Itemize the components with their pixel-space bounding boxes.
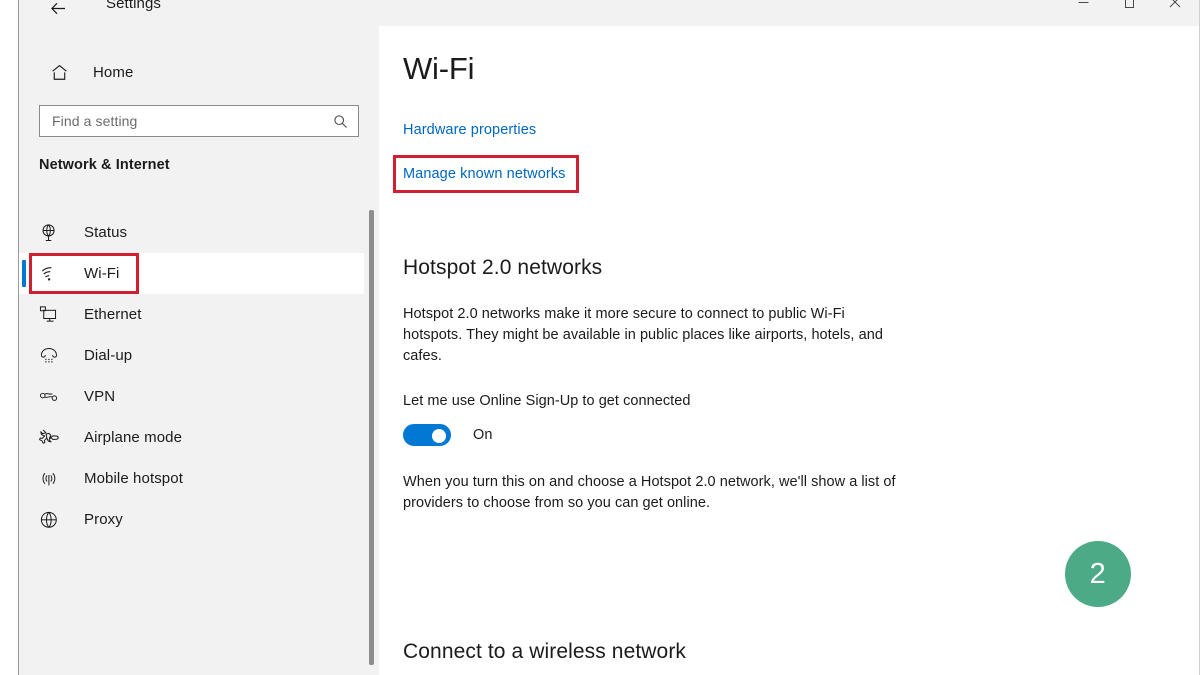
search-box[interactable] (39, 105, 359, 137)
sidebar-item-ethernet[interactable]: Ethernet (19, 294, 371, 335)
sidebar-item-dialup-label: Dial-up (84, 347, 133, 364)
hardware-properties-link[interactable]: Hardware properties (403, 122, 536, 138)
titlebar: Settings (19, 0, 1199, 26)
window-title: Settings (106, 0, 161, 12)
manage-known-networks-link[interactable]: Manage known networks (403, 166, 566, 182)
search-icon (328, 114, 358, 129)
window-controls (1060, 0, 1198, 17)
maximize-button[interactable] (1106, 0, 1152, 17)
mobile-hotspot-icon (39, 469, 75, 489)
sidebar-item-home-label: Home (93, 63, 134, 81)
sidebar-item-status-label: Status (84, 224, 128, 241)
airplane-icon (39, 428, 75, 448)
sidebar-item-airplane-mode-label: Airplane mode (84, 429, 183, 446)
dialup-icon (39, 346, 75, 365)
sidebar-item-home[interactable]: Home (39, 52, 339, 92)
wifi-icon (39, 264, 75, 283)
hotspot-section-heading: Hotspot 2.0 networks (403, 256, 603, 279)
online-signup-toggle-label: Let me use Online Sign-Up to get connect… (403, 393, 691, 409)
sidebar-nav-list: Status Wi-Fi Ethernet Dial-up VPN Airpla… (19, 212, 371, 540)
vpn-icon (39, 389, 75, 405)
sidebar-item-proxy[interactable]: Proxy (19, 499, 371, 540)
sidebar-item-mobile-hotspot-label: Mobile hotspot (84, 470, 183, 487)
selection-accent-bar (22, 260, 26, 287)
online-signup-toggle-row: On (403, 424, 492, 446)
close-button[interactable] (1152, 0, 1198, 17)
connect-section-heading: Connect to a wireless network (403, 640, 687, 663)
globe-status-icon (39, 223, 75, 243)
sidebar-item-mobile-hotspot[interactable]: Mobile hotspot (19, 458, 371, 499)
proxy-globe-icon (39, 510, 75, 530)
online-signup-toggle[interactable] (403, 424, 451, 446)
hotspot-section-note: When you turn this on and choose a Hotsp… (403, 474, 896, 511)
home-icon (39, 63, 79, 82)
back-arrow-icon (49, 0, 68, 18)
hotspot-section-description: Hotspot 2.0 networks make it more secure… (403, 306, 883, 364)
ethernet-icon (39, 305, 75, 324)
sidebar-item-airplane-mode[interactable]: Airplane mode (19, 417, 371, 458)
step-badge-number: 2 (1089, 557, 1107, 590)
sidebar-item-proxy-label: Proxy (84, 511, 123, 528)
back-button[interactable] (41, 0, 75, 25)
sidebar-item-status[interactable]: Status (19, 212, 371, 253)
minimize-button[interactable] (1060, 0, 1106, 17)
window-left-gutter (0, 0, 18, 675)
toggle-knob (432, 429, 446, 443)
sidebar-item-vpn-label: VPN (84, 388, 116, 405)
page-title: Wi-Fi (403, 51, 475, 86)
online-signup-toggle-state: On (473, 427, 493, 443)
sidebar: Home Network & Internet Stat (19, 26, 371, 675)
sidebar-item-vpn[interactable]: VPN (19, 376, 371, 417)
sidebar-section-title: Network & Internet (39, 157, 170, 173)
sidebar-item-dialup[interactable]: Dial-up (19, 335, 371, 376)
step-badge: 2 (1065, 541, 1131, 607)
sidebar-item-wifi-label: Wi-Fi (84, 265, 120, 282)
content-scrollbar-thumb[interactable] (369, 210, 374, 665)
search-input[interactable] (40, 113, 328, 129)
sidebar-item-wifi[interactable]: Wi-Fi (19, 253, 371, 294)
sidebar-item-ethernet-label: Ethernet (84, 306, 142, 323)
settings-window: Settings Home Find a setting Network & I… (0, 0, 1200, 675)
